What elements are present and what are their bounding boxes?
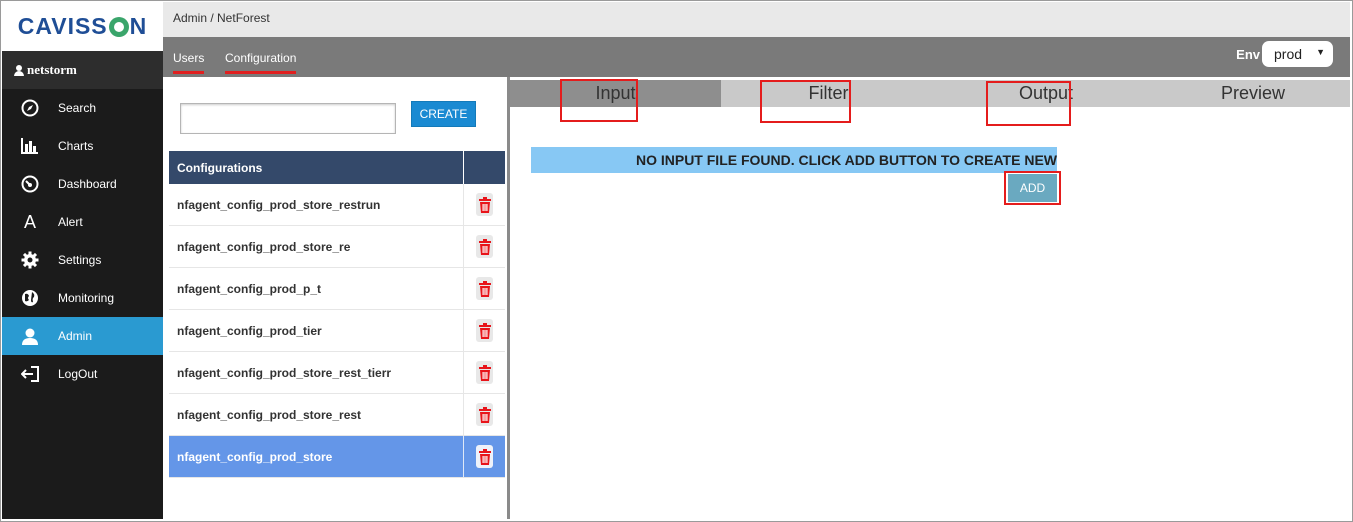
sidebar: CAVISS N netstorm Search Charts Dashboard… xyxy=(2,2,163,519)
row-actions xyxy=(464,436,505,477)
caret-down-icon: ▼ xyxy=(1316,47,1325,57)
config-name: nfagent_config_prod_store_rest xyxy=(169,394,464,435)
row-actions xyxy=(464,310,505,351)
sidebar-item-alert[interactable]: A Alert xyxy=(2,203,163,241)
table-row[interactable]: nfagent_config_prod_store_re xyxy=(169,226,505,268)
breadcrumb: Admin / NetForest xyxy=(173,11,270,25)
top-tab-bar: Users Configuration Env prod ▼ xyxy=(163,37,1350,77)
sidebar-item-logout[interactable]: LogOut xyxy=(2,355,163,393)
user-row: netstorm xyxy=(2,51,163,89)
sidebar-item-label: LogOut xyxy=(58,367,98,381)
config-name: nfagent_config_prod_store_rest_tierr xyxy=(169,352,464,393)
trash-icon[interactable] xyxy=(476,361,493,384)
trash-icon[interactable] xyxy=(476,445,493,468)
config-name: nfagent_config_prod_store_re xyxy=(169,226,464,267)
globe-icon xyxy=(2,289,58,307)
user-icon xyxy=(14,64,24,76)
sidebar-item-label: Charts xyxy=(58,139,94,153)
gear-icon xyxy=(2,251,58,269)
sidebar-item-label: Monitoring xyxy=(58,291,115,305)
no-input-message: NO INPUT FILE FOUND. CLICK ADD BUTTON TO… xyxy=(531,147,1057,173)
dashboard-icon xyxy=(2,175,58,193)
sidebar-item-dashboard[interactable]: Dashboard xyxy=(2,165,163,203)
table-row[interactable]: nfagent_config_prod_tier xyxy=(169,310,505,352)
trash-icon[interactable] xyxy=(476,403,493,426)
trash-icon[interactable] xyxy=(476,277,493,300)
highlight-box-output xyxy=(986,81,1071,126)
sidebar-item-label: Alert xyxy=(58,215,83,229)
highlight-box-add xyxy=(1004,171,1061,205)
column-header-configurations: Configurations xyxy=(169,151,464,184)
env-select-value: prod xyxy=(1274,46,1303,62)
sidebar-item-settings[interactable]: Settings xyxy=(2,241,163,279)
config-name: nfagent_config_prod_store_restrun xyxy=(169,184,464,225)
trash-icon[interactable] xyxy=(476,319,493,342)
editor-pane: Input Filter Output Preview NO INPUT FIL… xyxy=(510,77,1350,519)
sidebar-item-charts[interactable]: Charts xyxy=(2,127,163,165)
config-name: nfagent_config_prod_tier xyxy=(169,310,464,351)
highlight-box-filter xyxy=(760,80,851,123)
configurations-table: Configurations nfagent_config_prod_store… xyxy=(169,151,505,478)
tab-configuration[interactable]: Configuration xyxy=(225,51,297,74)
tab-users[interactable]: Users xyxy=(173,51,205,74)
breadcrumb-bar: Admin / NetForest xyxy=(163,2,1350,37)
logout-icon xyxy=(2,366,58,382)
table-row[interactable]: nfagent_config_prod_p_t xyxy=(169,268,505,310)
tab-preview[interactable]: Preview xyxy=(1156,80,1350,107)
config-name-input[interactable] xyxy=(180,103,396,134)
table-row[interactable]: nfagent_config_prod_store_rest_tierr xyxy=(169,352,505,394)
config-list-panel: CREATE Configurations nfagent_config_pro… xyxy=(163,77,508,519)
sidebar-item-label: Dashboard xyxy=(58,177,117,191)
logo-text-start: CAVISS xyxy=(17,13,108,39)
user-icon xyxy=(2,328,58,345)
table-row[interactable]: nfagent_config_prod_store_restrun xyxy=(169,184,505,226)
sidebar-item-admin[interactable]: Admin xyxy=(2,317,163,355)
alert-icon: A xyxy=(23,211,36,232)
logo-box: CAVISS N xyxy=(2,2,163,51)
table-row[interactable]: nfagent_config_prod_store xyxy=(169,436,505,478)
trash-icon[interactable] xyxy=(476,235,493,258)
env-label: Env xyxy=(1236,47,1260,62)
highlight-box-input xyxy=(560,79,638,122)
config-name: nfagent_config_prod_store xyxy=(169,436,464,477)
bar-chart-icon xyxy=(2,138,58,154)
sidebar-item-monitoring[interactable]: Monitoring xyxy=(2,279,163,317)
config-name: nfagent_config_prod_p_t xyxy=(169,268,464,309)
row-actions xyxy=(464,226,505,267)
compass-icon xyxy=(2,99,58,117)
sidebar-item-label: Search xyxy=(58,101,97,115)
sidebar-item-search[interactable]: Search xyxy=(2,89,163,127)
cavisson-logo: CAVISS N xyxy=(18,13,148,40)
logo-text-end: N xyxy=(129,13,148,39)
sidebar-item-label: Admin xyxy=(58,329,93,343)
table-header: Configurations xyxy=(169,151,505,184)
row-actions xyxy=(464,352,505,393)
username: netstorm xyxy=(27,62,77,77)
table-row[interactable]: nfagent_config_prod_store_rest xyxy=(169,394,505,436)
trash-icon[interactable] xyxy=(476,193,493,216)
row-actions xyxy=(464,394,505,435)
sidebar-item-label: Settings xyxy=(58,253,102,267)
row-actions xyxy=(464,268,505,309)
logo-o-ring xyxy=(108,16,129,37)
env-select[interactable]: prod ▼ xyxy=(1262,41,1333,67)
row-actions xyxy=(464,184,505,225)
create-button[interactable]: CREATE xyxy=(411,101,476,127)
